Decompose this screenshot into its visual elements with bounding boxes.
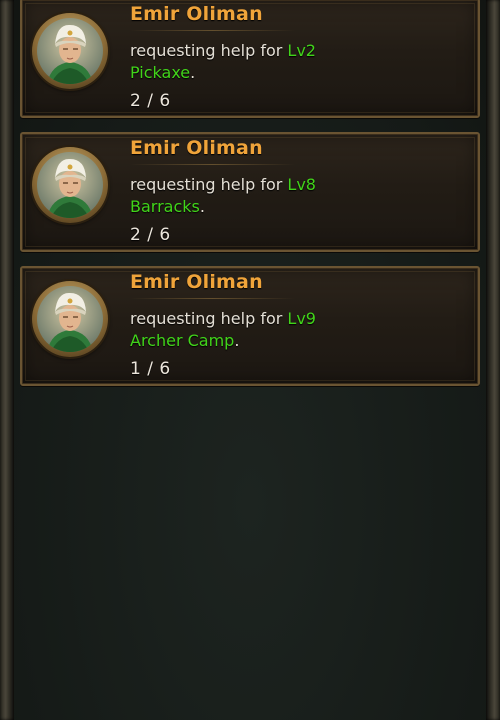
request-prefix: requesting help for xyxy=(130,309,283,328)
help-panel: Emir Oliman requesting help for Lv2 Picka… xyxy=(0,0,500,720)
help-request-card[interactable]: Emir Oliman requesting help for Lv9 Arche… xyxy=(20,266,480,386)
left-frame-rail xyxy=(0,0,14,720)
hero-portrait-icon[interactable] xyxy=(32,281,108,357)
help-request-card[interactable]: Emir Oliman requesting help for Lv2 Picka… xyxy=(20,0,480,118)
requester-name: Emir Oliman xyxy=(130,3,263,25)
building-name: Archer Camp xyxy=(130,331,235,350)
help-progress: 2 / 6 xyxy=(130,91,171,111)
building-level: Lv8 xyxy=(287,175,316,194)
building-name: Pickaxe xyxy=(130,63,191,82)
request-suffix: . xyxy=(190,63,196,82)
request-suffix: . xyxy=(234,331,240,350)
right-frame-rail xyxy=(486,0,500,720)
help-request-card[interactable]: Emir Oliman requesting help for Lv8 Barra… xyxy=(20,132,480,252)
request-prefix: requesting help for xyxy=(130,41,283,60)
name-divider xyxy=(130,298,295,299)
request-suffix: . xyxy=(199,197,205,216)
request-prefix: requesting help for xyxy=(130,175,283,194)
help-progress: 1 / 6 xyxy=(130,359,171,379)
requester-name: Emir Oliman xyxy=(130,137,263,159)
building-level: Lv2 xyxy=(287,41,316,60)
requester-name: Emir Oliman xyxy=(130,271,263,293)
request-description: requesting help for Lv9 Archer Camp. xyxy=(130,308,370,352)
building-name: Barracks xyxy=(130,197,200,216)
name-divider xyxy=(130,30,295,31)
hero-portrait-icon[interactable] xyxy=(32,147,108,223)
help-request-list: Emir Oliman requesting help for Lv2 Picka… xyxy=(20,0,480,400)
request-description: requesting help for Lv8 Barracks. xyxy=(130,174,370,218)
hero-portrait-icon[interactable] xyxy=(32,13,108,89)
name-divider xyxy=(130,164,295,165)
help-progress: 2 / 6 xyxy=(130,225,171,245)
building-level: Lv9 xyxy=(287,309,316,328)
request-description: requesting help for Lv2 Pickaxe. xyxy=(130,40,370,84)
